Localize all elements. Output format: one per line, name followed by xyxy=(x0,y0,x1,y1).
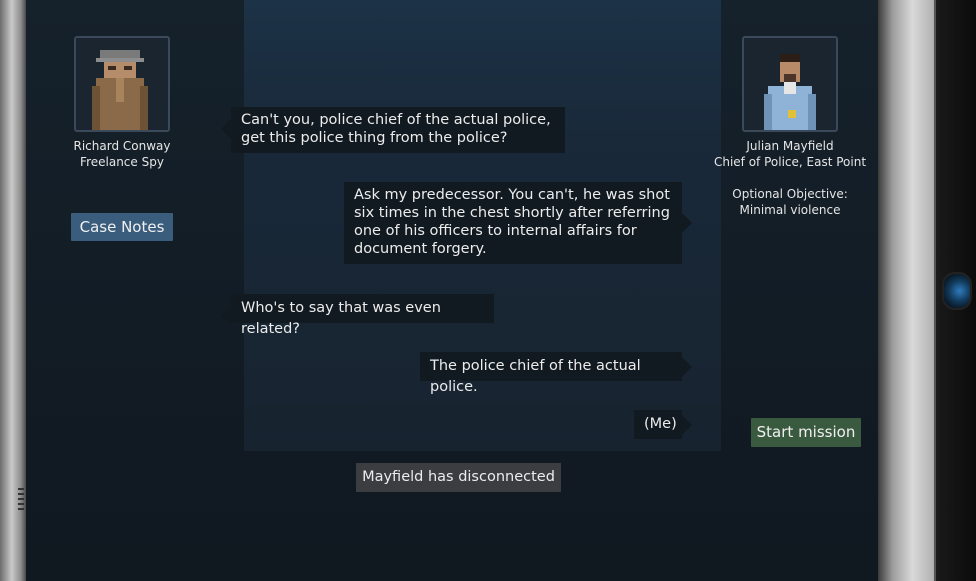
objective-text: Minimal violence xyxy=(739,203,841,217)
message-bubble: The police chief of the actual police. xyxy=(420,352,692,395)
left-person-title: Freelance Spy xyxy=(80,155,164,169)
connection-status: Mayfield has disconnected xyxy=(356,463,561,492)
left-person-info: Richard Conway Freelance Spy xyxy=(66,138,178,170)
message-text: Ask my predecessor. You can't, he was sh… xyxy=(354,187,670,257)
objective-label: Optional Objective: xyxy=(732,187,848,201)
start-mission-button[interactable]: Start mission xyxy=(751,418,861,447)
resize-grip-icon[interactable] xyxy=(18,488,24,510)
message-bubble: Who's to say that was even related? xyxy=(221,294,494,337)
left-window-frame xyxy=(0,0,26,581)
message-bubble: (Me) xyxy=(634,410,692,439)
message-text: (Me) xyxy=(644,416,677,432)
message-bubble: Ask my predecessor. You can't, he was sh… xyxy=(344,182,692,264)
case-notes-button[interactable]: Case Notes xyxy=(71,213,173,241)
scroll-knob-icon[interactable] xyxy=(942,272,972,310)
right-person-title: Chief of Police, East Point xyxy=(713,155,867,169)
right-person-name: Julian Mayfield xyxy=(746,139,834,153)
right-person-info: Julian Mayfield Chief of Police, East Po… xyxy=(702,138,878,218)
left-portrait-avatar xyxy=(74,36,170,132)
message-text: Can't you, police chief of the actual po… xyxy=(241,112,551,146)
left-person-name: Richard Conway xyxy=(73,139,171,153)
right-portrait-avatar xyxy=(742,36,838,132)
right-window-frame xyxy=(878,0,976,581)
dialogue-panel: Richard Conway Freelance Spy Case Notes … xyxy=(26,0,882,581)
message-bubble: Can't you, police chief of the actual po… xyxy=(221,107,565,153)
